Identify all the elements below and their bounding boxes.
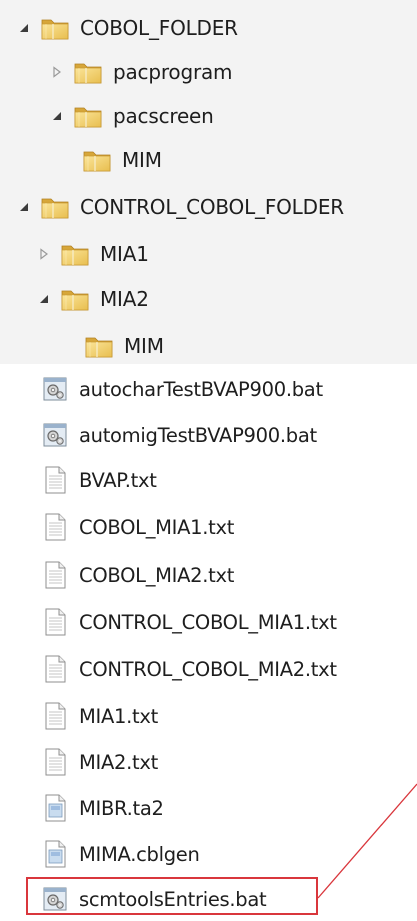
file-name: autocharTestBVAP900.bat <box>79 377 323 401</box>
file-item[interactable]: MIBR.ta2 <box>42 791 164 825</box>
file-item[interactable]: MIMA.cblgen <box>42 837 200 871</box>
tree-item-mia1[interactable]: MIA1 <box>38 232 149 276</box>
text-file-icon <box>42 513 68 541</box>
generic-file-icon <box>42 840 68 868</box>
expanded-arrow-icon[interactable] <box>38 293 50 305</box>
folder-icon <box>40 15 70 41</box>
text-file-icon <box>42 655 68 683</box>
tree-item-label: pacscreen <box>113 104 214 128</box>
file-name: MIBR.ta2 <box>79 796 164 820</box>
generic-file-icon <box>42 794 68 822</box>
expanded-arrow-icon[interactable] <box>18 201 30 213</box>
text-file-icon <box>42 561 68 589</box>
file-name: BVAP.txt <box>79 468 157 492</box>
tree-item-label: MIA2 <box>100 287 149 311</box>
tree-item-label: MIM <box>124 334 164 358</box>
tree-item-mim[interactable]: MIM <box>84 324 164 368</box>
text-file-icon <box>42 748 68 776</box>
file-item[interactable]: automigTestBVAP900.bat <box>42 418 317 452</box>
expanded-arrow-icon[interactable] <box>18 22 30 34</box>
text-file-icon <box>42 608 68 636</box>
file-item[interactable]: COBOL_MIA1.txt <box>42 510 234 544</box>
folder-icon <box>60 286 90 312</box>
file-item[interactable]: CONTROL_COBOL_MIA2.txt <box>42 652 337 686</box>
batch-file-icon <box>42 421 68 449</box>
folder-icon <box>82 147 112 173</box>
folder-icon <box>84 333 114 359</box>
folder-icon <box>40 194 70 220</box>
file-name: MIMA.cblgen <box>79 842 200 866</box>
file-name: MIA1.txt <box>79 704 158 728</box>
tree-item-pacprogram[interactable]: pacprogram <box>51 50 233 94</box>
file-item[interactable]: BVAP.txt <box>42 463 157 497</box>
text-file-icon <box>42 702 68 730</box>
tree-item-control-cobol-folder[interactable]: CONTROL_COBOL_FOLDER <box>18 185 344 229</box>
tree-item-cobol-folder[interactable]: COBOL_FOLDER <box>18 6 238 50</box>
file-list: autocharTestBVAP900.bat automigTestBVAP9… <box>0 364 417 921</box>
file-item[interactable]: autocharTestBVAP900.bat <box>42 372 323 406</box>
tree-item-mim[interactable]: MIM <box>82 138 162 182</box>
tree-item-label: pacprogram <box>113 60 233 84</box>
file-name: MIA2.txt <box>79 750 158 774</box>
folder-icon <box>73 103 103 129</box>
tree-item-label: CONTROL_COBOL_FOLDER <box>80 195 344 219</box>
file-name: automigTestBVAP900.bat <box>79 423 317 447</box>
folder-icon <box>60 241 90 267</box>
collapsed-arrow-icon[interactable] <box>51 66 63 78</box>
tree-item-label: MIA1 <box>100 242 149 266</box>
file-name: COBOL_MIA2.txt <box>79 563 235 587</box>
folder-icon <box>73 59 103 85</box>
file-item[interactable]: CONTROL_COBOL_MIA1.txt <box>42 605 337 639</box>
batch-file-icon <box>42 375 68 403</box>
tree-item-mia2[interactable]: MIA2 <box>38 277 149 321</box>
expanded-arrow-icon[interactable] <box>51 110 63 122</box>
highlight-box <box>26 877 318 915</box>
tree-item-pacscreen[interactable]: pacscreen <box>51 94 214 138</box>
folder-tree: COBOL_FOLDER pacprogram pacscreen MIM CO… <box>0 0 417 364</box>
file-name: COBOL_MIA1.txt <box>79 515 235 539</box>
tree-item-label: MIM <box>122 148 162 172</box>
collapsed-arrow-icon[interactable] <box>38 248 50 260</box>
file-item[interactable]: COBOL_MIA2.txt <box>42 558 234 592</box>
file-item[interactable]: MIA2.txt <box>42 745 158 779</box>
tree-item-label: COBOL_FOLDER <box>80 16 238 40</box>
file-name: CONTROL_COBOL_MIA1.txt <box>79 610 337 634</box>
file-name: CONTROL_COBOL_MIA2.txt <box>79 657 337 681</box>
text-file-icon <box>42 466 68 494</box>
file-item[interactable]: MIA1.txt <box>42 699 158 733</box>
